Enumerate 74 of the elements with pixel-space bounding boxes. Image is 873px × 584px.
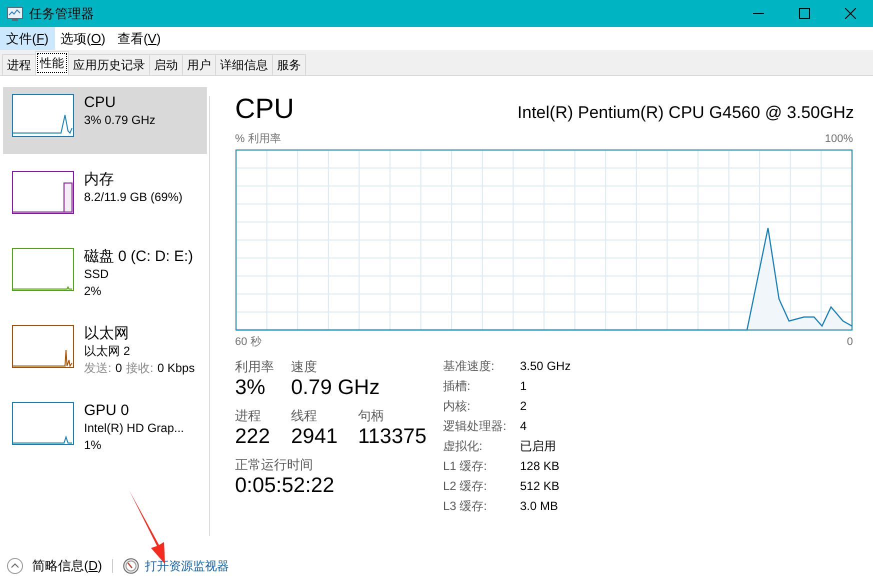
chevron-up-icon xyxy=(7,558,23,574)
usage-sparkline xyxy=(12,171,74,214)
spec-value: 3.50 GHz xyxy=(520,358,571,375)
device-detail: 2% xyxy=(84,283,102,300)
spec-label: 逻辑处理器: xyxy=(443,418,508,435)
menu-item[interactable]: 选项(O) xyxy=(54,27,112,50)
spec-value: 4 xyxy=(520,418,528,435)
gauge-icon xyxy=(123,558,140,574)
stat-value: 0:05:52:22 xyxy=(235,473,334,499)
axis-label: % 利用率 xyxy=(235,132,281,147)
device-name: 以太网 xyxy=(84,325,130,343)
maximize-icon xyxy=(798,8,810,19)
tab[interactable]: 服务 xyxy=(272,54,306,75)
window-title: 任务管理器 xyxy=(29,4,94,22)
device-detail: 以太网 2 xyxy=(84,343,132,360)
device-detail: 8.2/11.9 GB (69%) xyxy=(84,189,182,206)
device-name: GPU 0 xyxy=(84,402,130,420)
spec-label: 基准速度: xyxy=(443,358,496,375)
stat-label: 句柄 xyxy=(358,407,385,424)
traffic-value: 0 Kbps xyxy=(157,360,195,377)
stat-value: 113375 xyxy=(358,424,427,450)
device-name: CPU xyxy=(84,94,117,112)
sidebar-item[interactable]: 内存 8.2/11.9 GB (69%) xyxy=(3,164,207,231)
usage-sparkline xyxy=(12,325,74,368)
spec-value: 1 xyxy=(520,378,528,395)
spec-label: 插槽: xyxy=(443,378,472,395)
stat-label: 速度 xyxy=(291,358,318,375)
monitor-icon xyxy=(7,6,23,20)
resource-monitor-link[interactable]: 打开资源监视器 xyxy=(145,558,230,574)
traffic-label: 接收: xyxy=(126,360,154,377)
traffic-label: 发送: xyxy=(84,360,112,377)
usage-sparkline xyxy=(12,248,74,291)
menu-item[interactable]: 文件(F) xyxy=(0,27,55,50)
spec-label: L3 缓存: xyxy=(443,498,488,515)
stat-label: 线程 xyxy=(291,407,318,424)
tab[interactable]: 性能 xyxy=(35,51,69,75)
spec-value: 已启用 xyxy=(520,438,557,455)
stat-label: 进程 xyxy=(235,407,262,424)
device-name: 内存 xyxy=(84,171,115,189)
device-detail: SSD xyxy=(84,266,110,283)
stat-label: 正常运行时间 xyxy=(235,456,314,473)
tab[interactable]: 进程 xyxy=(2,54,36,75)
stat-value: 3% xyxy=(235,375,266,401)
sidebar-item[interactable]: 磁盘 0 (C: D: E:) SSD 2% xyxy=(3,241,207,308)
spec-label: L1 缓存: xyxy=(443,458,488,475)
axis-max-label: 100% xyxy=(824,132,853,147)
spec-value: 2 xyxy=(520,398,528,415)
usage-sparkline xyxy=(12,94,74,137)
stat-value: 222 xyxy=(235,424,272,450)
spec-label: L2 缓存: xyxy=(443,478,488,495)
device-detail: Intel(R) HD Grap... xyxy=(84,420,184,437)
stat-value: 2941 xyxy=(291,424,339,450)
stat-label: 利用率 xyxy=(235,358,275,375)
sidebar-item[interactable]: 以太网 以太网 2 发送: 0 接收: 0 Kbps xyxy=(3,318,207,385)
device-detail: 1% xyxy=(84,437,102,454)
fewer-details-button[interactable]: 简略信息(D) xyxy=(7,557,102,575)
stat-value: 0.79 GHz xyxy=(291,375,380,401)
spec-value: 3.0 MB xyxy=(520,498,560,515)
spec-value: 512 KB xyxy=(520,478,560,495)
sidebar-item[interactable]: GPU 0 Intel(R) HD Grap... 1% xyxy=(3,395,207,462)
spec-value: 128 KB xyxy=(520,458,560,475)
usage-sparkline xyxy=(12,402,74,445)
sidebar-item[interactable]: CPU 3% 0.79 GHz xyxy=(3,87,207,154)
device-detail: 3% 0.79 GHz xyxy=(84,112,156,129)
axis-label: 60 秒 xyxy=(235,335,262,350)
traffic-value: 0 xyxy=(115,360,122,377)
panel-title: CPU xyxy=(235,93,294,125)
close-icon xyxy=(844,8,856,19)
menu-item[interactable]: 查看(V) xyxy=(111,27,167,50)
spec-label: 虚拟化: xyxy=(443,438,484,455)
processor-model: Intel(R) Pentium(R) CPU G4560 @ 3.50GHz xyxy=(517,103,854,123)
axis-label: 0 xyxy=(846,335,853,350)
device-name: 磁盘 0 (C: D: E:) xyxy=(84,248,194,266)
spec-label: 内核: xyxy=(443,398,472,415)
